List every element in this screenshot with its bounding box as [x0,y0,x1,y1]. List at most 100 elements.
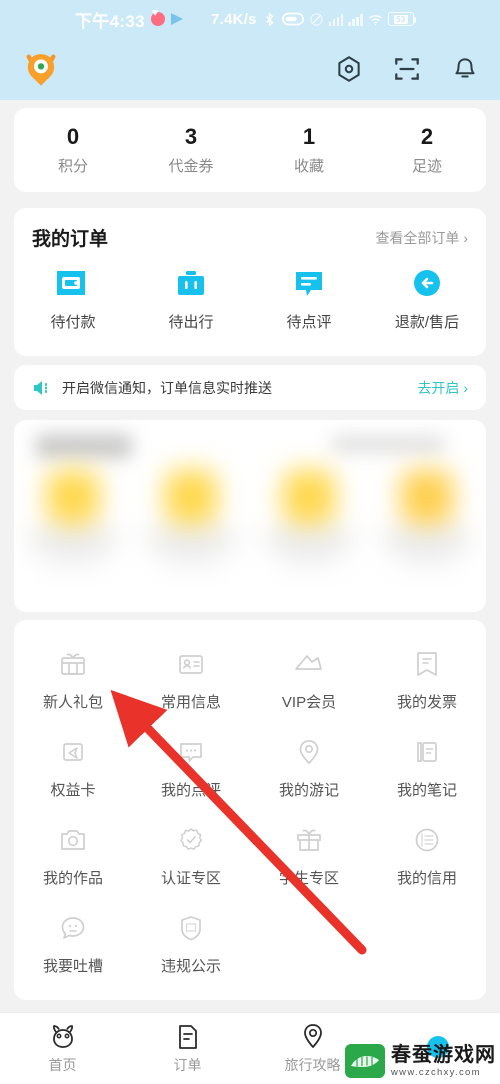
promo-item [14,420,132,612]
id-card-icon [132,646,250,682]
order-item-label: 待出行 [168,314,214,331]
enable-notification-link[interactable]: 去开启 › [417,378,468,398]
orders-header: 我的订单 查看全部订单 › [14,208,486,251]
stat-item-vouchers[interactable]: 3 代金券 [132,124,250,176]
grid-item-label: 认证专区 [160,870,221,887]
grid-row: 我要吐槽 违规公示 [14,898,486,986]
notification-bell-icon[interactable] [450,54,480,84]
grid-item-placeholder [368,898,486,986]
grid-item-vip[interactable]: VIP会员 [250,634,368,722]
grid-item-violation-notice[interactable]: 违规公示 [132,898,250,986]
grid-item-placeholder [250,898,368,986]
grid-item-label: 我的笔记 [396,782,457,799]
grid-item-my-reviews[interactable]: 我的点评 [132,722,250,810]
orders-title: 我的订单 [32,229,109,250]
order-item-label: 待付款 [50,314,96,331]
grid-item-label: 我的点评 [160,782,221,799]
stat-label: 代金券 [168,158,214,175]
bluetooth-icon [265,12,274,26]
stat-label: 积分 [57,158,88,175]
status-bar-left: 下午4:33 [75,7,183,32]
comment-dots-icon [132,734,250,770]
gift-icon [250,822,368,858]
invoice-icon [368,646,486,682]
gift-box-icon [14,646,132,682]
grid-item-label: 学生专区 [278,870,339,887]
nav-item-label: 订单 [173,1057,202,1073]
order-item-unpaid[interactable]: 待付款 [14,265,132,332]
grid-item-label: 权益卡 [50,782,96,799]
grid-item-common-info[interactable]: 常用信息 [132,634,250,722]
grid-item-label: 我要吐槽 [42,958,103,975]
stat-item-footprints[interactable]: 2 足迹 [368,124,486,176]
location-pin-icon [250,734,368,770]
order-item-refund[interactable]: 退款/售后 [368,265,486,332]
feature-grid-card: 新人礼包 常用信息 VIP会员 我的发票 权益卡 我的点评 我的游记 我的笔记 … [14,620,486,1000]
battery-icon: 53 [387,12,417,26]
grid-item-my-credit[interactable]: 我的信用 [368,810,486,898]
grid-row: 我的作品 认证专区 学生专区 我的信用 [14,810,486,898]
stats-card: 0 积分 3 代金券 1 收藏 2 足迹 [14,108,486,192]
crown-icon [250,646,368,682]
nav-item-label: 首页 [48,1057,77,1073]
phone-screen: 下午4:33 7.4K/s 53 [0,0,500,1084]
feedback-face-icon [14,910,132,946]
orders-card: 我的订单 查看全部订单 › 待付款 待出行 待点评 退款/售后 [14,208,486,356]
camera-icon [14,822,132,858]
stat-value: 2 [420,124,434,149]
promo-item [250,420,368,612]
grid-item-label: 我的信用 [396,870,457,887]
suitcase-icon [132,265,250,303]
grid-item-my-works[interactable]: 我的作品 [14,810,132,898]
penalty-shield-icon [132,910,250,946]
monster-avatar-logo[interactable] [20,48,62,90]
order-item-review[interactable]: 待点评 [250,265,368,332]
grid-item-label: VIP会员 [281,694,337,711]
qr-scan-icon[interactable] [392,54,422,84]
order-item-upcoming[interactable]: 待出行 [132,265,250,332]
app-bar [0,38,500,100]
net-speed: 7.4K/s [210,10,257,28]
plane-card-icon [14,734,132,770]
watermark-logo-icon [345,1044,385,1078]
mute-icon [310,12,323,26]
grid-item-benefit-card[interactable]: 权益卡 [14,722,132,810]
watermark-name: 春蚕游戏网 [391,1043,496,1066]
speaker-icon [34,380,47,395]
credit-circle-icon [368,822,486,858]
heart-icon [150,7,165,26]
telegram-icon [170,13,183,25]
grid-item-label: 违规公示 [160,958,221,975]
grid-item-my-notes[interactable]: 我的笔记 [368,722,486,810]
orders-row: 待付款 待出行 待点评 退款/售后 [14,265,486,332]
site-watermark: 春蚕游戏网 www.czchxy.com [345,1044,496,1078]
stat-value: 0 [66,124,80,149]
grid-item-travel-notes[interactable]: 我的游记 [250,722,368,810]
order-doc-icon [125,1022,250,1052]
grid-row: 权益卡 我的点评 我的游记 我的笔记 [14,722,486,810]
stat-item-favorites[interactable]: 1 收藏 [250,124,368,176]
notebook-icon [368,734,486,770]
grid-item-label: 常用信息 [160,694,221,711]
status-time: 下午4:33 [75,11,145,31]
nav-item-orders[interactable]: 订单 [125,1022,250,1075]
signal-icon [328,13,344,26]
status-bar-right: 7.4K/s 53 [210,10,417,28]
settings-hexagon-icon[interactable] [334,54,364,84]
nav-item-home[interactable]: 首页 [0,1022,125,1075]
grid-item-verification[interactable]: 认证专区 [132,810,250,898]
app-bar-actions [334,54,480,84]
grid-item-label: 我的作品 [42,870,103,887]
grid-item-feedback[interactable]: 我要吐槽 [14,898,132,986]
view-all-orders-link[interactable]: 查看全部订单 › [375,228,468,248]
watermark-url: www.czchxy.com [391,1066,481,1078]
order-item-label: 退款/售后 [394,314,460,331]
home-face-icon [0,1022,125,1052]
promo-items [14,420,486,612]
grid-item-newcomer-gift[interactable]: 新人礼包 [14,634,132,722]
promo-banner-blurred[interactable] [14,420,486,612]
stat-item-points[interactable]: 0 积分 [14,124,132,176]
grid-item-student-zone[interactable]: 学生专区 [250,810,368,898]
grid-item-invoice[interactable]: 我的发票 [368,634,486,722]
wallet-icon [14,265,132,303]
